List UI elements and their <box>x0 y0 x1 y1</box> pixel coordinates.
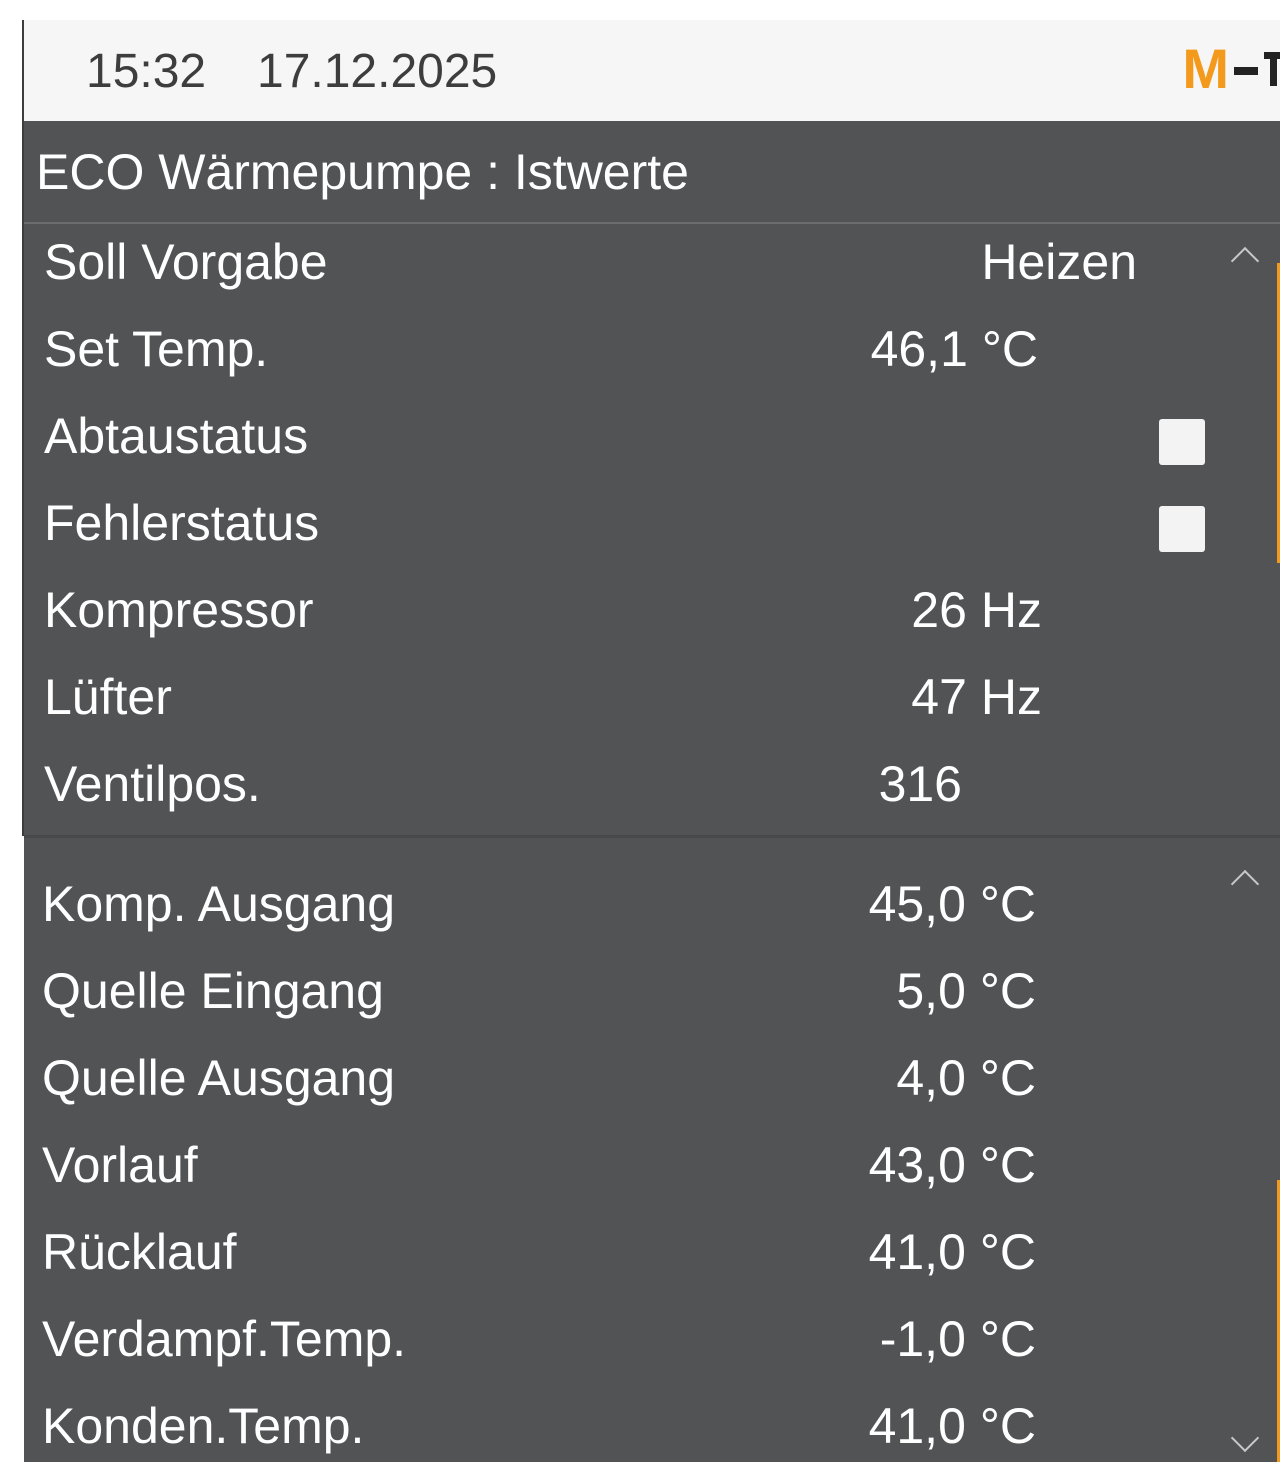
app-window: 15:32 17.12.2025 M ECO Wärmepumpe : Istw… <box>24 20 1280 1462</box>
value-unit: °C <box>979 963 1036 1019</box>
value-number: 4,0 <box>896 1050 966 1106</box>
row-quelle-eingang: Quelle Eingang 5,0 °C <box>24 952 1234 1039</box>
chevron-up-icon <box>1230 869 1260 899</box>
chevron-down-icon <box>1230 1423 1260 1453</box>
values-panel-top[interactable]: Soll Vorgabe Heizen Set Temp. 46,1 °C Abt… <box>24 223 1280 836</box>
scroll-down-button[interactable] <box>1228 1423 1262 1454</box>
value-number: 5,0 <box>896 963 966 1019</box>
value-unit: Hz <box>980 669 1042 725</box>
row-value: 45,0 °C <box>869 875 1036 933</box>
chevron-up-icon <box>1230 246 1260 276</box>
row-label: Set Temp. <box>44 321 269 377</box>
row-ruecklauf: Rücklauf 41,0 °C <box>24 1213 1234 1300</box>
row-quelle-ausgang: Quelle Ausgang 4,0 °C <box>24 1039 1234 1126</box>
value-number: 316 <box>878 756 962 812</box>
page-title: ECO Wärmepumpe : Istwerte <box>36 144 689 200</box>
brand-logo: M <box>1182 37 1280 100</box>
value-number: 46,1 <box>870 321 968 377</box>
row-label: Vorlauf <box>42 1137 198 1193</box>
value-number: 45,0 <box>868 876 966 932</box>
value-unit: °C <box>979 1398 1036 1454</box>
row-verdampf-temp: Verdampf.Temp. -1,0 °C <box>24 1300 1234 1387</box>
row-label: Ventilpos. <box>44 756 261 812</box>
logo-mark <box>1264 52 1280 86</box>
row-abtaustatus: Abtaustatus <box>24 397 1234 484</box>
row-value: Heizen <box>981 233 1137 291</box>
row-label: Fehlerstatus <box>44 495 320 551</box>
row-value: 46,1 °C <box>871 320 1038 378</box>
row-soll-vorgabe: Soll Vorgabe Heizen <box>24 223 1234 310</box>
logo-letter: M <box>1182 37 1229 100</box>
value-number: 41,0 <box>868 1224 966 1280</box>
row-value: 43,0 °C <box>869 1136 1036 1194</box>
row-kompressor: Kompressor 26 Hz <box>24 571 1234 658</box>
value-number: 47 <box>911 669 967 725</box>
row-label: Quelle Ausgang <box>42 1050 396 1106</box>
row-label: Konden.Temp. <box>42 1398 365 1454</box>
row-label: Komp. Ausgang <box>42 876 396 932</box>
value-unit: °C <box>979 1137 1036 1193</box>
row-label: Rücklauf <box>42 1224 237 1280</box>
row-value: 41,0 °C <box>869 1397 1036 1455</box>
row-vorlauf: Vorlauf 43,0 °C <box>24 1126 1234 1213</box>
status-bar: 15:32 17.12.2025 M <box>24 20 1280 121</box>
row-label: Abtaustatus <box>44 408 309 464</box>
row-value: 316 <box>879 755 962 813</box>
row-value: 5,0 °C <box>896 962 1036 1020</box>
row-value: 41,0 °C <box>869 1223 1036 1281</box>
value-number: 43,0 <box>868 1137 966 1193</box>
row-konden-temp: Konden.Temp. 41,0 °C <box>24 1387 1234 1462</box>
row-label: Quelle Eingang <box>42 963 384 1019</box>
logo-dash <box>1234 67 1258 75</box>
clock-date: 17.12.2025 <box>257 45 498 98</box>
value-number: -1,0 <box>879 1311 966 1367</box>
row-ventilpos: Ventilpos. 316 <box>24 745 1234 832</box>
row-value: 26 Hz <box>911 581 1042 639</box>
value-unit: °C <box>979 1224 1036 1280</box>
value-unit: Hz <box>980 582 1042 638</box>
scroll-up-button[interactable] <box>1228 868 1262 899</box>
row-value: -1,0 °C <box>880 1310 1036 1368</box>
row-label: Kompressor <box>44 582 314 638</box>
fehlerstatus-checkbox <box>1159 506 1205 552</box>
row-luefter: Lüfter 47 Hz <box>24 658 1234 745</box>
row-label: Verdampf.Temp. <box>42 1311 407 1367</box>
value-unit: °C <box>979 876 1036 932</box>
row-value: 47 Hz <box>911 668 1042 726</box>
row-set-temp: Set Temp. 46,1 °C <box>24 310 1234 397</box>
value-number: 41,0 <box>868 1398 966 1454</box>
value-text: Heizen <box>981 234 1137 290</box>
abtaustatus-checkbox <box>1159 419 1205 465</box>
value-number: 26 <box>911 582 967 638</box>
value-unit: °C <box>979 1050 1036 1106</box>
row-value: 4,0 °C <box>896 1049 1036 1107</box>
value-unit: °C <box>979 1311 1036 1367</box>
row-label: Lüfter <box>44 669 172 725</box>
row-komp-ausgang: Komp. Ausgang 45,0 °C <box>24 865 1234 952</box>
clock-time: 15:32 <box>86 45 207 98</box>
row-fehlerstatus: Fehlerstatus <box>24 484 1234 571</box>
value-unit: °C <box>981 321 1038 377</box>
page-header: ECO Wärmepumpe : Istwerte <box>24 121 1280 224</box>
row-label: Soll Vorgabe <box>44 234 328 290</box>
values-panel-bottom[interactable]: Komp. Ausgang 45,0 °C Quelle Eingang 5,0 °… <box>24 838 1280 1462</box>
scroll-up-button[interactable] <box>1228 245 1262 276</box>
